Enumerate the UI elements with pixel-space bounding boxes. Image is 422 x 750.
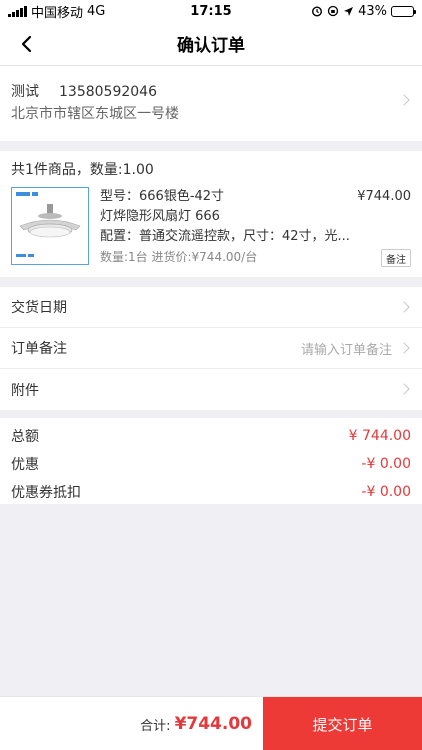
status-right: 43% — [274, 3, 416, 19]
coupon-value: -¥ 0.00 — [361, 484, 411, 500]
location-icon — [344, 6, 354, 16]
chevron-right-icon — [398, 383, 410, 395]
sum-amount: ¥744.00 — [174, 714, 252, 734]
chevron-left-icon — [21, 35, 32, 53]
ceiling-fan-light-image — [16, 192, 81, 257]
attachment-row[interactable]: 附件 — [0, 369, 422, 410]
battery-icon — [391, 5, 416, 17]
total-label: 总额 — [11, 429, 39, 445]
clock: 17:15 — [190, 3, 232, 19]
sum-label: 合计: — [140, 718, 171, 734]
address-card[interactable]: 测试 13580592046 北京市市辖区东城区一号楼 — [0, 66, 422, 141]
carrier-label: 中国移动 — [31, 5, 84, 21]
battery-percent: 43% — [358, 3, 387, 19]
goods-name: 灯烨隐形风扇灯 666 — [100, 209, 220, 224]
back-button[interactable] — [12, 30, 40, 58]
total-row: 总额 ¥ 744.00 — [0, 422, 422, 450]
order-remark-row[interactable]: 订单备注 请输入订单备注 — [0, 328, 422, 369]
signal-icon — [8, 5, 27, 17]
goods-card: 共1件商品，数量:1.00 型号：666银色-42寸 灯烨隐形风扇灯 666 配… — [0, 151, 422, 277]
coupon-label: 优惠券抵扣 — [11, 485, 81, 501]
product-image[interactable] — [11, 187, 89, 265]
status-left: 中国移动 4G — [8, 2, 148, 21]
page-title: 确认订单 — [177, 36, 245, 56]
discount-row: 优惠 -¥ 0.00 — [0, 450, 422, 478]
attachment-label: 附件 — [11, 382, 39, 399]
goods-summary: 共1件商品，数量:1.00 — [11, 162, 154, 178]
order-options: 交货日期 订单备注 请输入订单备注 附件 — [0, 287, 422, 410]
bottom-bar: 合计: ¥744.00 提交订单 — [0, 696, 422, 750]
order-remark-label: 订单备注 — [11, 341, 67, 357]
order-sum: 合计: ¥744.00 — [140, 697, 252, 750]
address-contact: 测试 13580592046 — [11, 82, 411, 102]
note-button[interactable]: 备注 — [381, 249, 411, 267]
address-detail: 北京市市辖区东城区一号楼 — [11, 106, 179, 122]
coupon-row: 优惠券抵扣 -¥ 0.00 — [0, 478, 422, 506]
delivery-date-row[interactable]: 交货日期 — [0, 287, 422, 328]
order-remark-input[interactable]: 请输入订单备注 — [301, 339, 392, 358]
goods-price: ¥744.00 — [357, 189, 411, 204]
discount-value: -¥ 0.00 — [361, 456, 411, 472]
chevron-right-icon — [398, 342, 410, 354]
receiver-name: 测试 — [11, 84, 39, 100]
submit-order-button[interactable]: 提交订单 — [263, 697, 422, 750]
discount-label: 优惠 — [11, 457, 39, 473]
total-value: ¥ 744.00 — [348, 428, 411, 444]
delivery-date-label: 交货日期 — [11, 300, 67, 316]
network-label: 4G — [87, 3, 106, 19]
goods-config: 配置：普通交流遥控款，尺寸：42寸，光... — [100, 229, 350, 244]
rotation-lock-icon — [327, 5, 339, 17]
receiver-phone: 13580592046 — [59, 84, 157, 100]
chevron-right-icon — [398, 301, 410, 313]
nav-bar: 确认订单 — [0, 22, 422, 66]
alarm-icon — [312, 6, 323, 17]
status-bar: 中国移动 4G 17:15 43% — [0, 0, 422, 22]
goods-quantity: 数量:1台 进货价:¥744.00/台 — [100, 250, 258, 264]
totals-section: 总额 ¥ 744.00 优惠 -¥ 0.00 优惠券抵扣 -¥ 0.00 — [0, 418, 422, 504]
